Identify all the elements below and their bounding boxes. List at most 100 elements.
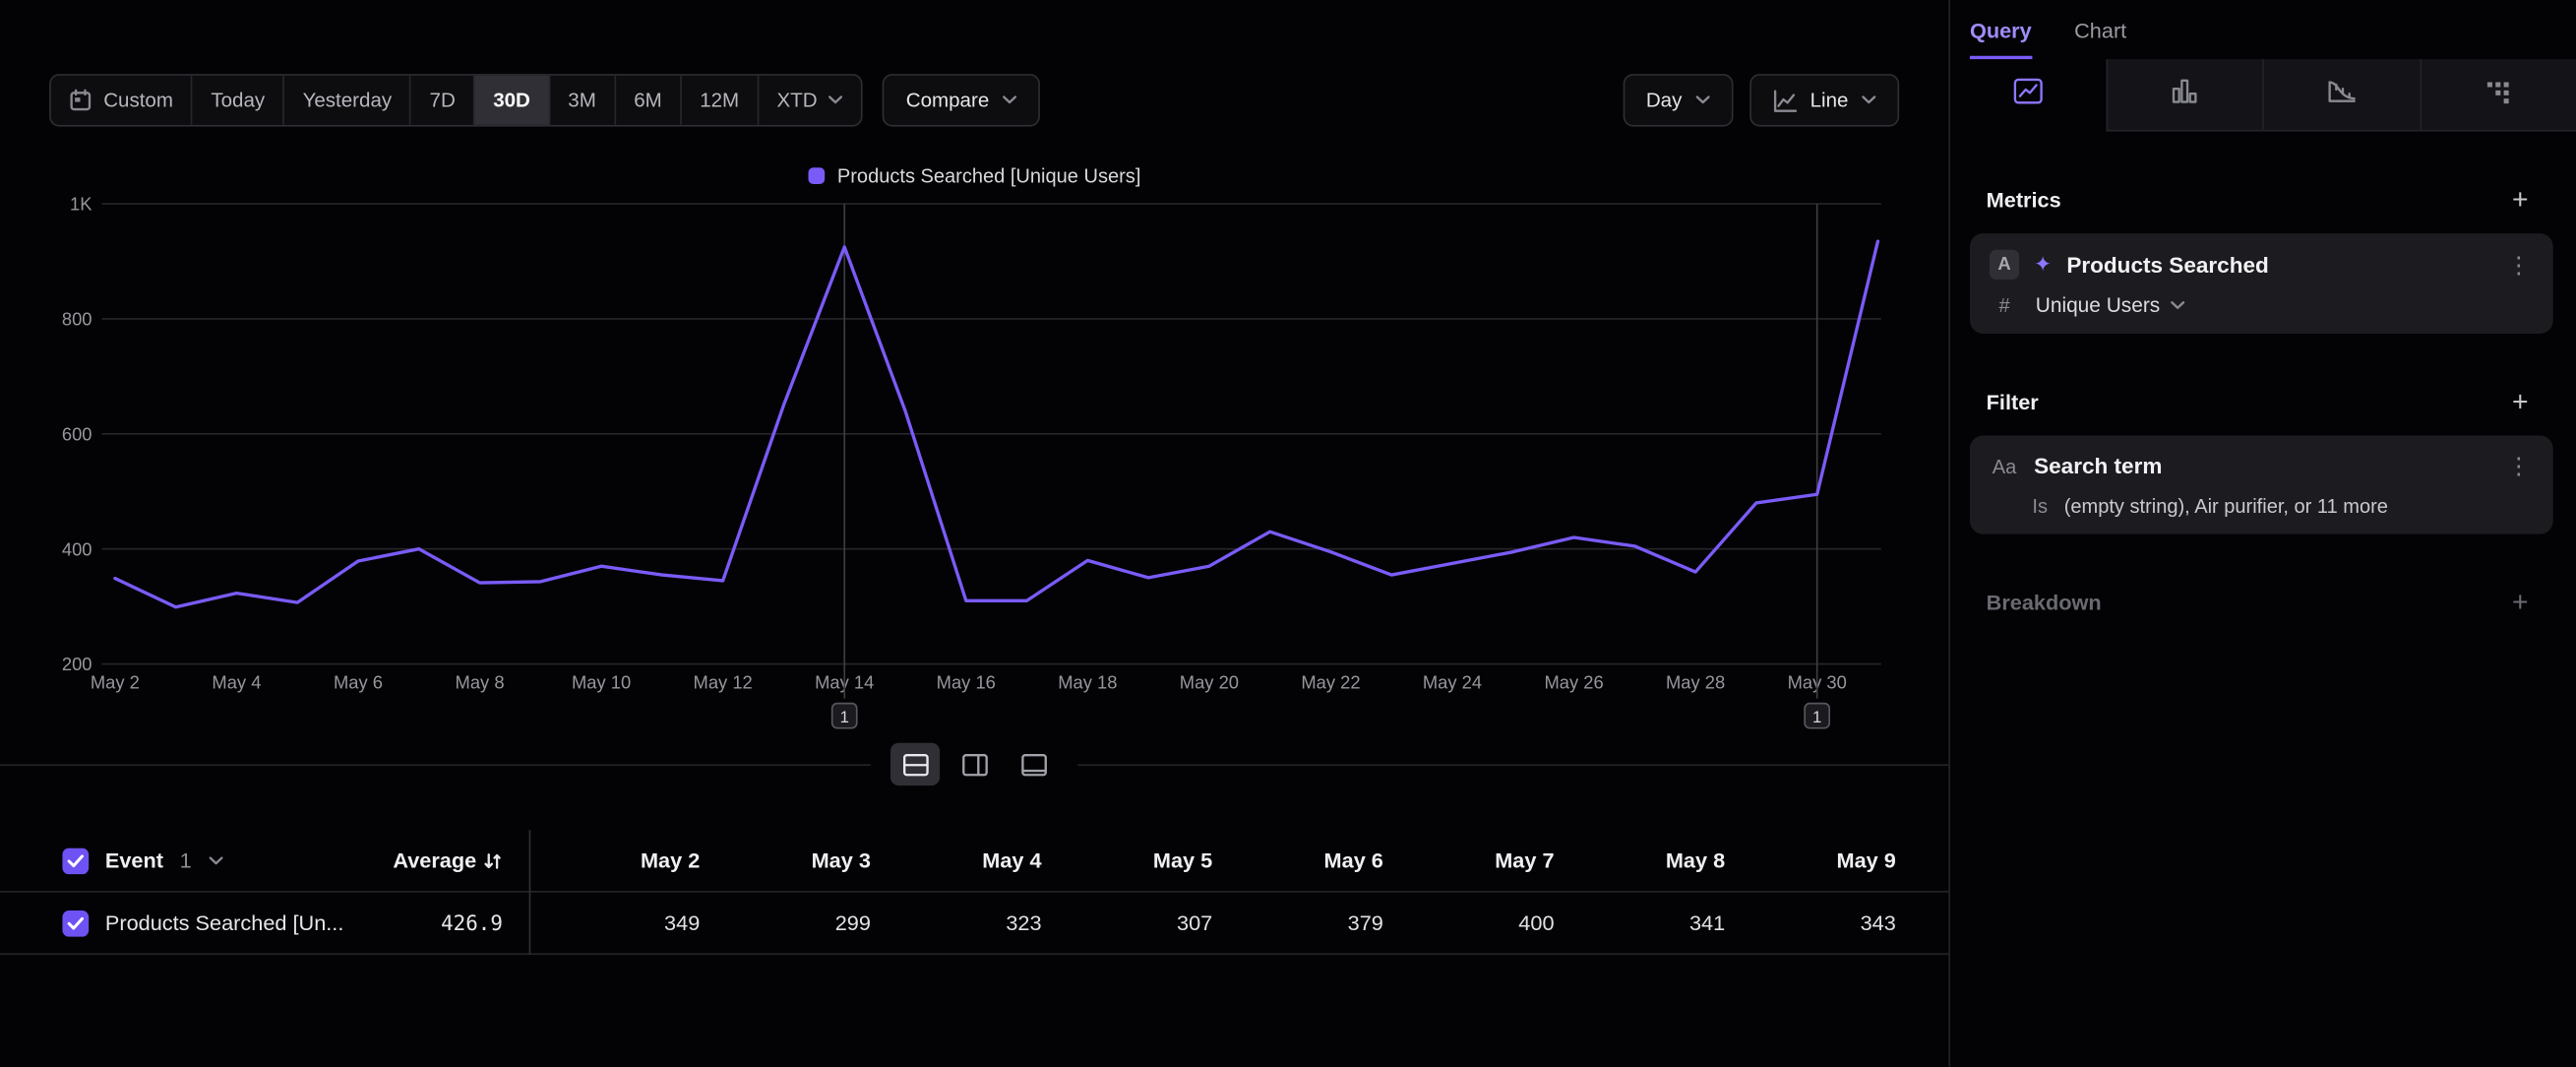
breakdown-heading: Breakdown	[1987, 590, 2102, 614]
bar-chart-tab[interactable]	[2106, 59, 2262, 131]
column-header[interactable]: May 3	[700, 848, 871, 873]
svg-text:May 8: May 8	[456, 672, 505, 693]
metric-card[interactable]: A ✦ Products Searched ⋮ # Unique Users	[1970, 233, 2553, 334]
metrics-section-header: Metrics +	[1987, 186, 2537, 214]
insights-line-chart-tab[interactable]	[1950, 59, 2106, 131]
chart-type-label: Line	[1810, 89, 1849, 111]
filter-section-header: Filter +	[1987, 388, 2537, 415]
aggregation-dropdown[interactable]: Unique Users	[2036, 294, 2184, 317]
date-range-6m-button[interactable]: 6M	[616, 76, 682, 125]
metric-options-kebab-icon[interactable]: ⋮	[2504, 251, 2534, 279]
date-range-label: XTD	[777, 89, 818, 111]
table-header-row: Event 1 Average May 2May 3May 4May 5May …	[0, 830, 1948, 892]
line-chart-icon	[1772, 88, 1797, 112]
retention-curve-tab[interactable]	[2262, 59, 2419, 131]
calendar-icon	[69, 89, 92, 111]
layout-chart-only-button[interactable]	[1009, 743, 1058, 785]
value-cell: 341	[1555, 910, 1726, 935]
date-range-label: Yesterday	[303, 89, 393, 111]
column-header[interactable]: May 2	[529, 848, 701, 873]
series-letter-badge: A	[1990, 250, 2019, 280]
filter-value[interactable]: (empty string), Air purifier, or 11 more	[2064, 495, 2388, 518]
layout-split-vertical-button[interactable]	[950, 743, 999, 785]
event-header-label: Event	[105, 848, 163, 873]
compare-button[interactable]: Compare	[883, 74, 1040, 126]
filter-operator[interactable]: Is	[2032, 495, 2048, 518]
average-value-cell: 426.9	[391, 910, 528, 935]
chevron-down-icon	[1003, 95, 1017, 105]
sidebar-tabs: Query Chart	[1950, 0, 2576, 59]
date-range-12m-button[interactable]: 12M	[682, 76, 759, 125]
date-range-yesterday-button[interactable]: Yesterday	[284, 76, 411, 125]
layout-toggle-group	[871, 743, 1077, 785]
date-range-7d-button[interactable]: 7D	[411, 76, 475, 125]
value-cell: 343	[1725, 910, 1896, 935]
table-column-divider	[529, 830, 531, 955]
date-range-30d-button[interactable]: 30D	[475, 76, 550, 125]
retention-curve-icon	[2326, 77, 2358, 113]
svg-text:1: 1	[1812, 708, 1821, 726]
column-header[interactable]: May 6	[1212, 848, 1383, 873]
tab-chart[interactable]: Chart	[2074, 0, 2126, 59]
event-row-cell: Products Searched [Un...	[0, 910, 391, 936]
average-value: 426.9	[441, 910, 503, 935]
column-header[interactable]: May 8	[1555, 848, 1726, 873]
tab-label: Chart	[2074, 18, 2126, 42]
toolbar-right-group: Day Line	[1623, 74, 1899, 126]
event-header-cell: Event 1	[0, 847, 391, 874]
column-header[interactable]: May 9	[1725, 848, 1896, 873]
date-range-custom-button[interactable]: Custom	[51, 76, 193, 125]
svg-text:800: 800	[62, 309, 92, 330]
tab-label: Query	[1970, 18, 2032, 42]
date-range-3m-button[interactable]: 3M	[550, 76, 616, 125]
add-metric-button[interactable]: +	[2504, 186, 2537, 214]
svg-text:May 12: May 12	[694, 672, 753, 693]
date-range-xtd-button[interactable]: XTD	[759, 76, 862, 125]
filter-heading: Filter	[1987, 390, 2039, 414]
svg-text:May 10: May 10	[572, 672, 631, 693]
event-sparkle-icon: ✦	[2034, 251, 2052, 278]
chevron-down-icon	[2170, 301, 2184, 311]
chart-type-dropdown[interactable]: Line	[1749, 74, 1899, 126]
legend-label: Products Searched [Unique Users]	[837, 164, 1141, 187]
layout-split-horizontal-button[interactable]	[890, 743, 940, 785]
date-range-label: 6M	[634, 89, 662, 111]
add-filter-button[interactable]: +	[2504, 388, 2537, 415]
date-range-today-button[interactable]: Today	[193, 76, 284, 125]
row-checkbox[interactable]	[62, 910, 89, 936]
svg-text:May 4: May 4	[212, 672, 261, 693]
date-range-label: 30D	[493, 89, 530, 111]
visualization-tabs	[1950, 59, 2576, 131]
column-header[interactable]: May 7	[1383, 848, 1555, 873]
filter-card[interactable]: Aa Search term ⋮ Is (empty string), Air …	[1970, 435, 2553, 534]
filter-options-kebab-icon[interactable]: ⋮	[2504, 452, 2534, 479]
svg-text:May 18: May 18	[1058, 672, 1117, 693]
svg-text:400: 400	[62, 538, 92, 559]
tab-query[interactable]: Query	[1970, 0, 2032, 59]
sort-icon[interactable]	[483, 850, 503, 870]
svg-text:May 22: May 22	[1301, 672, 1360, 693]
value-cell: 307	[1042, 910, 1213, 935]
column-header[interactable]: May 5	[1042, 848, 1213, 873]
date-range-label: 7D	[430, 89, 456, 111]
legend-swatch	[808, 167, 825, 184]
svg-text:600: 600	[62, 423, 92, 444]
svg-text:May 26: May 26	[1544, 672, 1603, 693]
query-sidebar: Query Chart	[1948, 0, 2576, 1067]
add-breakdown-button[interactable]: +	[2504, 589, 2537, 616]
metric-name[interactable]: Products Searched	[2066, 252, 2488, 277]
svg-text:May 24: May 24	[1423, 672, 1482, 693]
column-header[interactable]: May 4	[871, 848, 1042, 873]
filter-property-name[interactable]: Search term	[2034, 454, 2489, 478]
chevron-down-icon[interactable]	[208, 855, 222, 865]
event-count: 1	[180, 848, 192, 873]
chart-toolbar: Custom Today Yesterday 7D 30D 3M 6M 12M …	[49, 74, 1899, 126]
date-range-label: 3M	[568, 89, 596, 111]
average-header-cell[interactable]: Average	[391, 848, 528, 873]
flows-grid-tab[interactable]	[2420, 59, 2576, 131]
granularity-dropdown[interactable]: Day	[1623, 74, 1733, 126]
number-type-icon: #	[1990, 294, 2019, 317]
svg-text:May 16: May 16	[937, 672, 996, 693]
app-window: 2004006008001KMay 2May 4May 6May 8May 10…	[0, 0, 2576, 1067]
select-all-checkbox[interactable]	[62, 847, 89, 874]
